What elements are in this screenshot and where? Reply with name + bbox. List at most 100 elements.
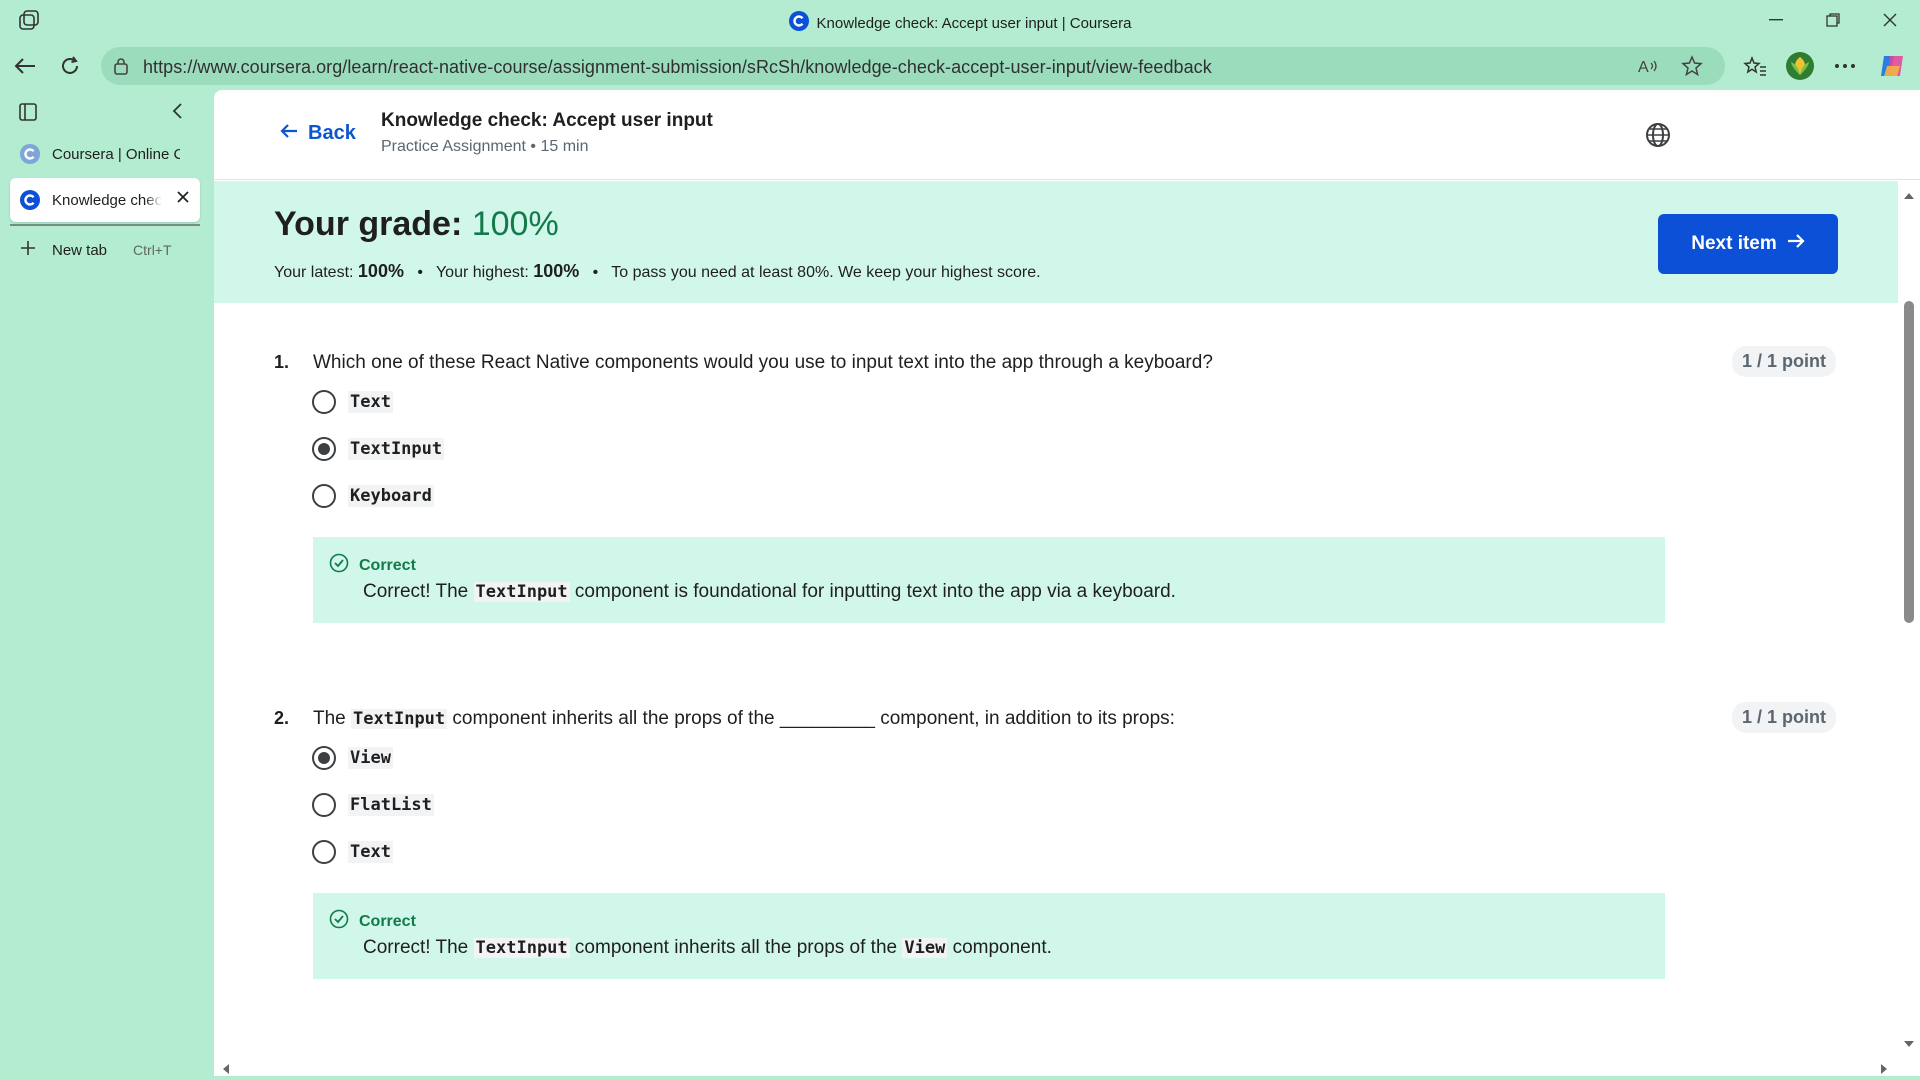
scroll-left-arrow-icon[interactable] (222, 1062, 230, 1076)
option-text[interactable]: Text (312, 840, 393, 864)
page-title: Knowledge check: Accept user input (381, 110, 713, 131)
question-text: The TextInput component inherits all the… (313, 708, 1175, 730)
question-text-part: The (313, 708, 352, 729)
url-text[interactable]: https://www.coursera.org/learn/react-nat… (143, 57, 1212, 78)
back-arrow-icon[interactable] (9, 50, 41, 82)
new-tab-button[interactable]: New tab Ctrl+T (20, 240, 172, 260)
new-tab-shortcut: Ctrl+T (133, 242, 172, 258)
close-tab-icon[interactable] (176, 190, 190, 208)
radio-button[interactable] (312, 390, 336, 414)
separator-dot: • (408, 264, 432, 281)
option-label: FlatList (348, 794, 434, 816)
tab-knowledge-check[interactable]: Knowledge check: Accept user input (10, 178, 200, 222)
feedback-text-part: component is foundational for inputting … (569, 581, 1176, 602)
feedback-heading: Correct (329, 909, 416, 934)
check-circle-icon (329, 909, 349, 934)
assignment-header: Back Knowledge check: Accept user input … (214, 90, 1920, 180)
language-globe-icon[interactable] (1645, 122, 1671, 153)
pass-note: To pass you need at least 80%. We keep y… (611, 264, 1041, 281)
radio-button[interactable] (312, 484, 336, 508)
coursera-tab-favicon-icon (20, 144, 40, 164)
feedback-text: Correct! The TextInput component inherit… (363, 937, 1052, 959)
feedback-box: Correct Correct! The TextInput component… (313, 537, 1665, 623)
feedback-code: View (902, 938, 948, 958)
window-title-area: Knowledge check: Accept user input | Cou… (0, 11, 1920, 35)
points-badge: 1 / 1 point (1731, 702, 1836, 733)
option-label: Text (348, 841, 393, 863)
option-view[interactable]: View (312, 746, 393, 770)
feedback-text-part: Correct! The (363, 937, 474, 958)
coursera-tab-favicon-icon (20, 190, 40, 210)
question-text: Which one of these React Native componen… (313, 352, 1213, 373)
back-link[interactable]: Back (280, 122, 356, 145)
points-badge: 1 / 1 point (1731, 346, 1836, 377)
grade-value: 100% (471, 205, 559, 243)
tab-label: Coursera | Online Co (52, 145, 180, 163)
radio-button-selected[interactable] (312, 746, 336, 770)
profile-avatar[interactable] (1785, 51, 1815, 81)
tab-actions-icon[interactable] (18, 102, 38, 127)
svg-text:A: A (1638, 59, 1649, 76)
feedback-text-part: component. (947, 937, 1052, 958)
option-textinput[interactable]: TextInput (312, 437, 445, 461)
question-number: 2. (274, 708, 290, 728)
plus-icon (20, 240, 36, 260)
feedback-status: Correct (359, 556, 416, 574)
highest-label: Your highest: (435, 264, 529, 281)
read-aloud-icon[interactable]: A (1637, 55, 1659, 82)
feedback-code: TextInput (473, 938, 570, 958)
separator-dot: • (583, 264, 608, 281)
scrollbar-thumb[interactable] (1904, 301, 1914, 623)
latest-label: Your latest: (274, 264, 354, 281)
check-circle-icon (329, 553, 349, 578)
option-label: Text (348, 391, 393, 413)
scroll-up-arrow-icon[interactable] (1903, 187, 1915, 205)
option-text[interactable]: Text (312, 390, 393, 414)
radio-button[interactable] (312, 793, 336, 817)
feedback-text-part: Correct! The (363, 581, 474, 602)
grade-summary: Your grade: 100% Your latest: 100% • You… (214, 181, 1898, 303)
restore-icon[interactable] (1813, 6, 1853, 34)
feedback-text: Correct! The TextInput component is foun… (363, 581, 1176, 603)
tab-coursera-online[interactable]: Coursera | Online Co (10, 132, 200, 176)
refresh-icon[interactable] (54, 50, 86, 82)
grade-label: Your grade: (274, 205, 472, 243)
horizontal-scrollbar[interactable] (214, 1058, 1898, 1076)
favorites-icon[interactable] (1740, 51, 1770, 81)
highest-value: 100% (533, 261, 580, 281)
favorite-star-icon[interactable] (1681, 55, 1703, 82)
next-item-label: Next item (1691, 233, 1777, 254)
address-bar[interactable]: https://www.coursera.org/learn/react-nat… (101, 47, 1725, 85)
grade-details: Your latest: 100% • Your highest: 100% •… (274, 261, 1041, 282)
question-code: TextInput (351, 709, 448, 729)
back-label: Back (308, 122, 356, 144)
feedback-box: Correct Correct! The TextInput component… (313, 893, 1665, 979)
feedback-heading: Correct (329, 553, 416, 578)
minimize-icon[interactable] (1756, 6, 1796, 34)
radio-button[interactable] (312, 840, 336, 864)
window-title: Knowledge check: Accept user input | Cou… (816, 14, 1132, 32)
site-info-lock-icon[interactable] (113, 57, 129, 80)
new-tab-label: New tab (52, 241, 108, 259)
coursera-favicon-icon (788, 11, 809, 35)
next-item-button[interactable]: Next item (1658, 214, 1838, 274)
vertical-tabs-sidebar: Coursera | Online Co Knowledge check: Ac… (0, 90, 212, 1080)
option-label: View (348, 747, 393, 769)
collapse-sidebar-chevron-icon[interactable] (171, 102, 183, 125)
option-label: Keyboard (348, 485, 434, 507)
scroll-right-arrow-icon[interactable] (1880, 1062, 1888, 1076)
question-number: 1. (274, 352, 290, 372)
option-keyboard[interactable]: Keyboard (312, 484, 434, 508)
question-text-part: component inherits all the props of the … (447, 708, 1175, 729)
copilot-icon[interactable] (1877, 51, 1907, 81)
feedback-code: TextInput (473, 582, 570, 602)
close-window-icon[interactable] (1870, 6, 1910, 34)
option-flatlist[interactable]: FlatList (312, 793, 434, 817)
latest-value: 100% (357, 261, 404, 281)
scroll-down-arrow-icon[interactable] (1903, 1035, 1915, 1053)
radio-button-selected[interactable] (312, 437, 336, 461)
tab-divider (10, 224, 200, 226)
more-options-icon[interactable] (1830, 51, 1860, 81)
vertical-scrollbar[interactable] (1898, 181, 1920, 1071)
page-content: Back Knowledge check: Accept user input … (214, 90, 1920, 1076)
